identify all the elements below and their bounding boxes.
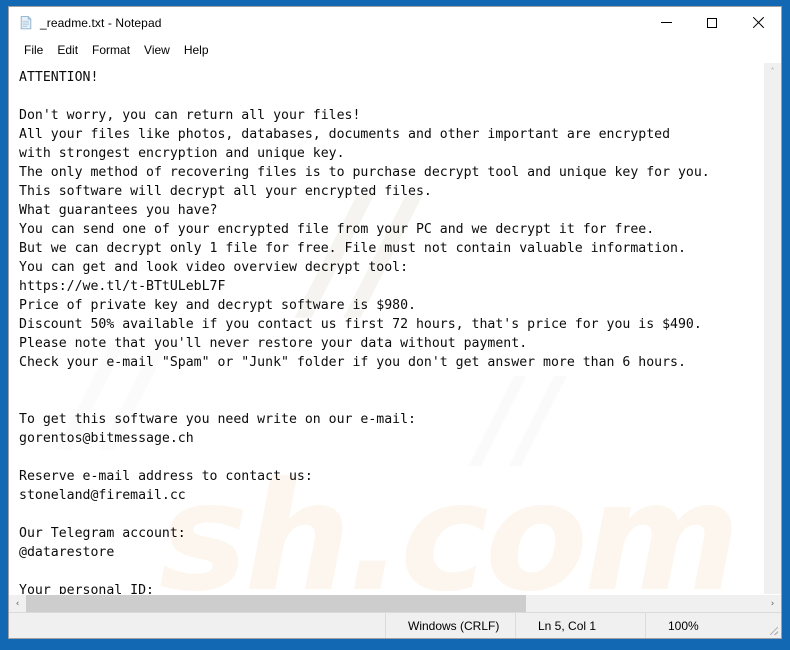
menu-bar: File Edit Format View Help [9,38,781,62]
scroll-right-arrow-icon[interactable]: › [764,595,781,612]
close-button[interactable] [735,7,781,38]
notepad-window: _readme.txt - Notepad File Edit Format V… [8,6,782,639]
title-bar[interactable]: _readme.txt - Notepad [9,7,781,38]
horizontal-scroll-track[interactable] [26,595,764,612]
notepad-document-icon [18,15,34,31]
status-zoom-level: 100% [645,613,765,638]
window-title: _readme.txt - Notepad [40,15,162,30]
text-editor[interactable]: // sh.com // // ATTENTION! Don't worry, … [9,63,763,594]
scroll-up-arrow-icon[interactable]: ˄ [764,63,781,80]
editor-region: // sh.com // // ATTENTION! Don't worry, … [9,62,781,594]
menu-item-edit[interactable]: Edit [50,41,85,60]
menu-item-file[interactable]: File [17,41,50,60]
vertical-scrollbar[interactable]: ˄ [763,63,781,594]
minimize-icon [660,22,672,23]
status-cursor-position: Ln 5, Col 1 [515,613,645,638]
menu-item-help[interactable]: Help [177,41,216,60]
vertical-scroll-track[interactable] [764,80,781,594]
status-bar: Windows (CRLF) Ln 5, Col 1 100% [9,612,781,638]
ransom-note-text[interactable]: ATTENTION! Don't worry, you can return a… [9,63,763,594]
close-icon [752,17,764,29]
maximize-icon [707,17,717,28]
desktop-background: _readme.txt - Notepad File Edit Format V… [0,0,790,650]
horizontal-scroll-thumb[interactable] [26,595,526,612]
status-line-ending: Windows (CRLF) [385,613,515,638]
resize-grip-icon[interactable] [765,613,781,638]
minimize-button[interactable] [643,7,689,38]
horizontal-scrollbar[interactable]: ‹ › [9,594,781,612]
menu-item-view[interactable]: View [137,41,177,60]
menu-item-format[interactable]: Format [85,41,137,60]
scroll-left-arrow-icon[interactable]: ‹ [9,595,26,612]
maximize-button[interactable] [689,7,735,38]
window-controls [643,7,781,38]
